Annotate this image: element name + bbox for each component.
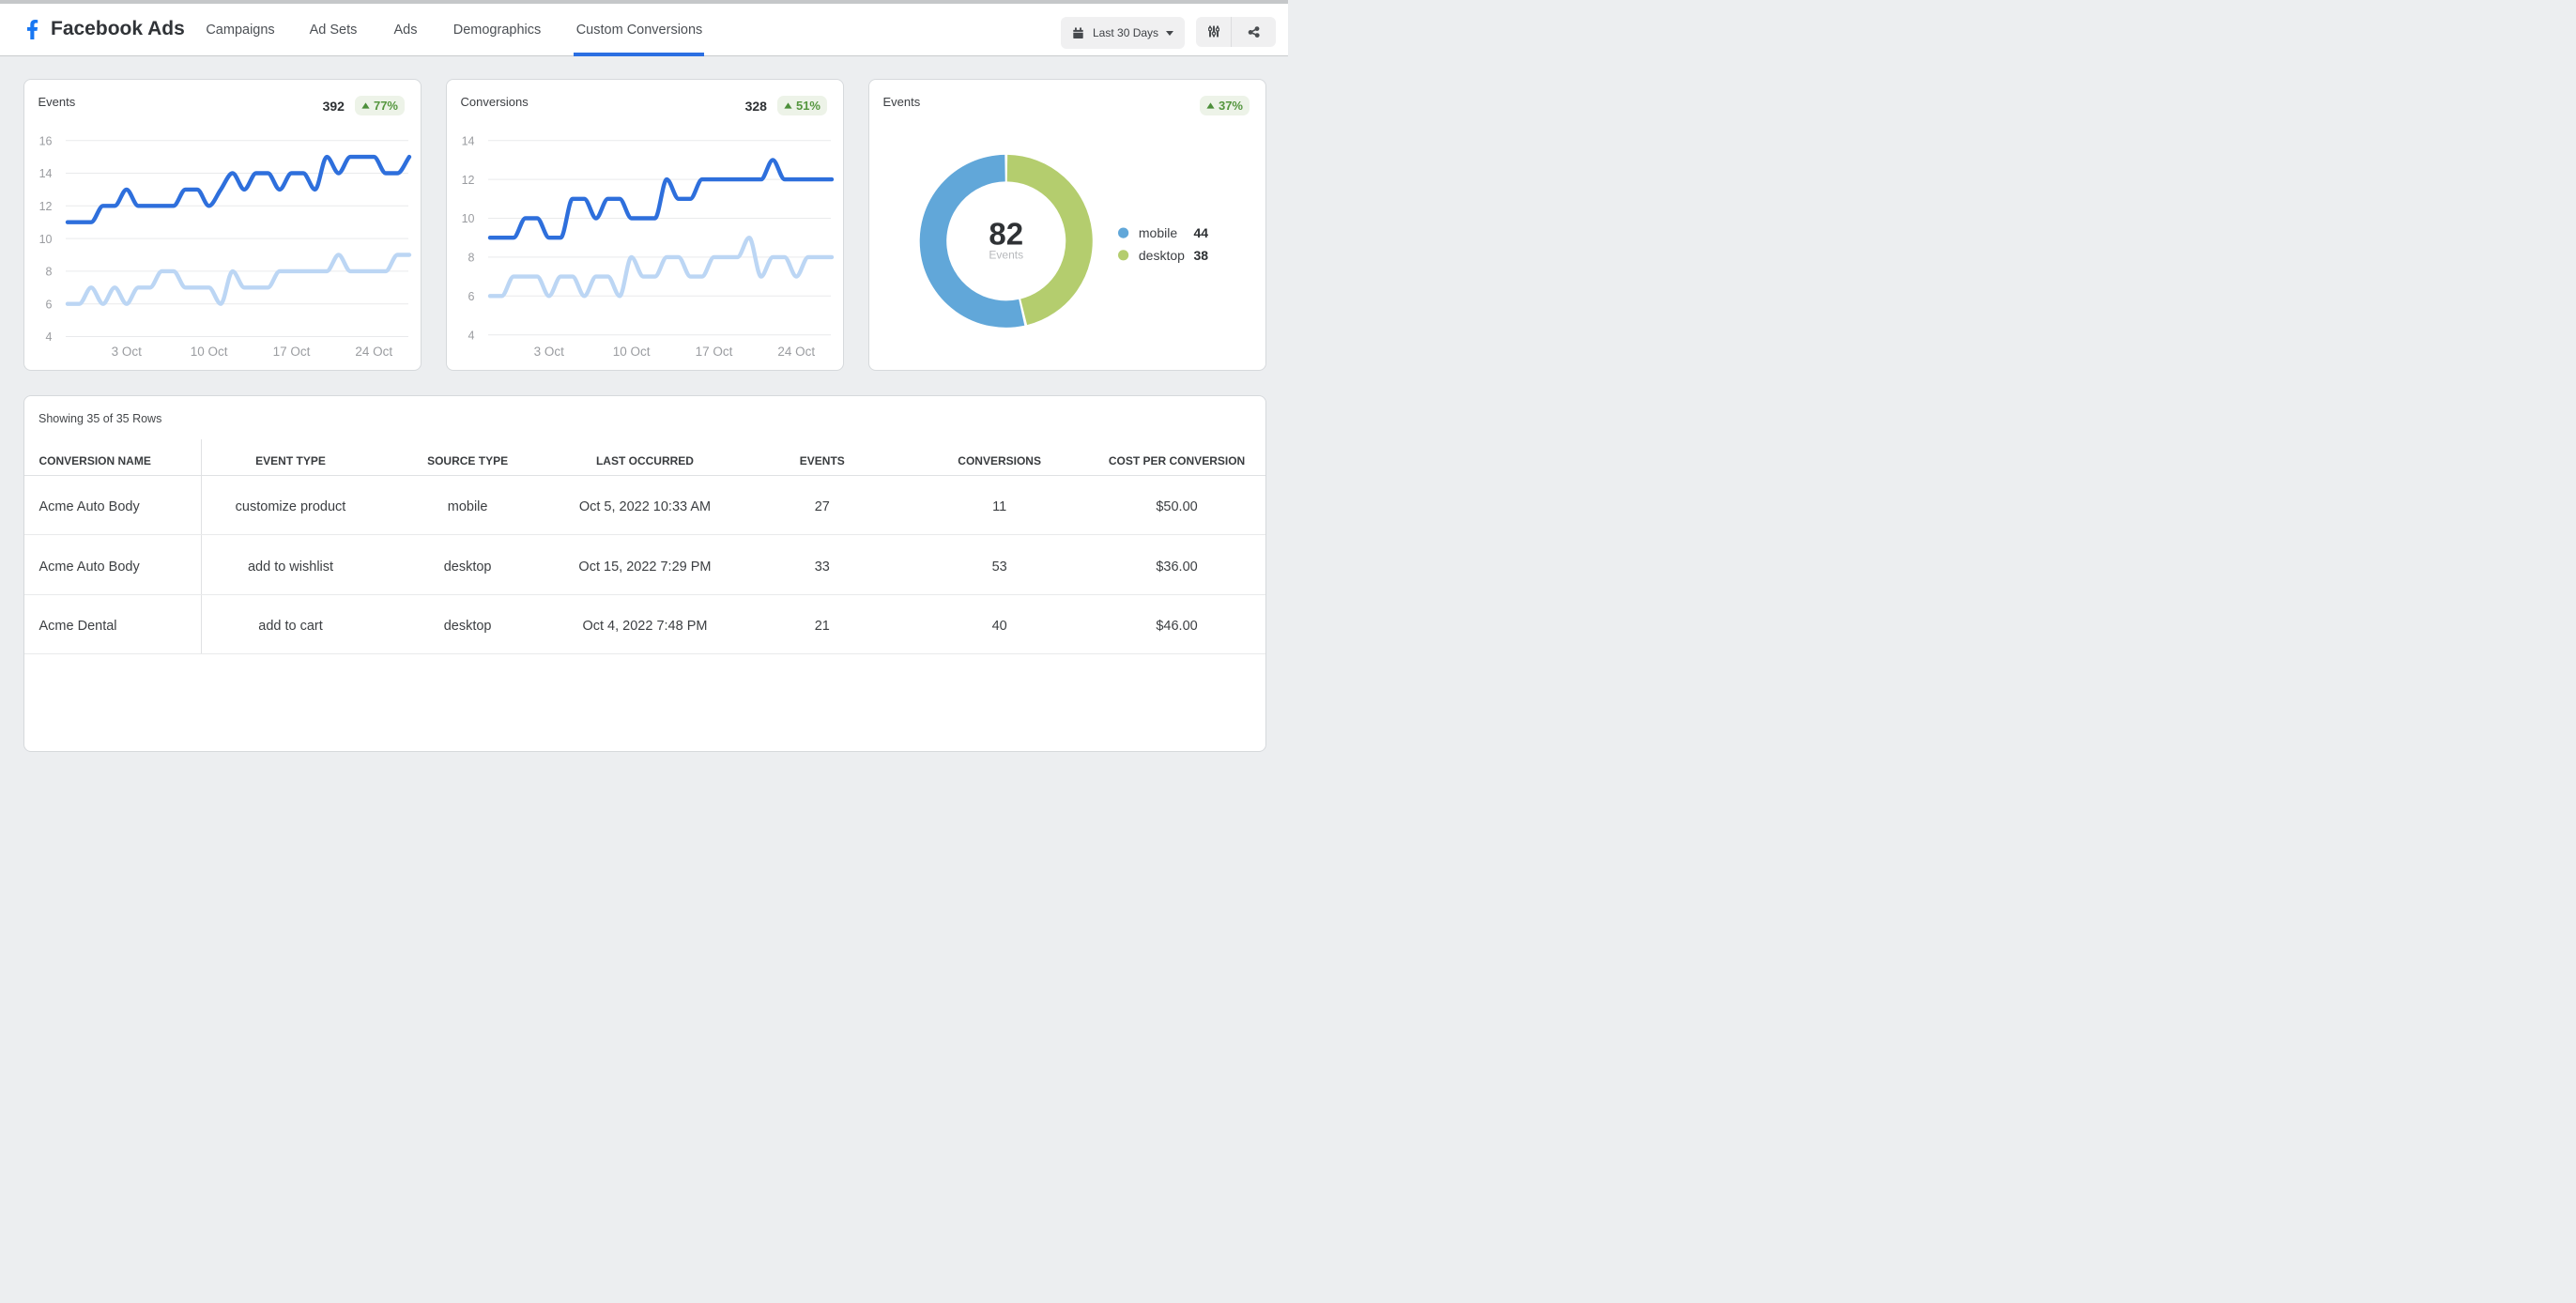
svg-text:44: 44 [1194, 225, 1209, 240]
svg-text:4: 4 [468, 329, 475, 342]
svg-text:4: 4 [46, 330, 53, 344]
svg-text:Events: Events [989, 249, 1023, 262]
svg-text:12: 12 [39, 200, 53, 213]
svg-text:10: 10 [39, 233, 53, 246]
svg-text:16: 16 [39, 134, 53, 147]
svg-text:desktop: desktop [1139, 248, 1185, 263]
svg-text:24 Oct: 24 Oct [777, 345, 815, 359]
svg-text:8: 8 [468, 252, 475, 265]
svg-text:17 Oct: 17 Oct [273, 345, 311, 359]
svg-text:8: 8 [46, 266, 53, 279]
svg-text:mobile: mobile [1139, 225, 1177, 240]
svg-text:3 Oct: 3 Oct [112, 345, 143, 359]
svg-text:3 Oct: 3 Oct [534, 345, 565, 359]
svg-text:38: 38 [1194, 248, 1209, 263]
svg-text:6: 6 [46, 298, 53, 311]
svg-text:14: 14 [462, 134, 475, 147]
svg-text:12: 12 [462, 174, 475, 187]
svg-text:10: 10 [462, 212, 475, 225]
svg-text:82: 82 [989, 217, 1023, 252]
svg-text:10 Oct: 10 Oct [191, 345, 228, 359]
svg-text:17 Oct: 17 Oct [696, 345, 733, 359]
svg-text:6: 6 [468, 290, 475, 303]
svg-text:24 Oct: 24 Oct [355, 345, 392, 359]
svg-text:10 Oct: 10 Oct [613, 345, 651, 359]
svg-text:14: 14 [39, 167, 53, 180]
